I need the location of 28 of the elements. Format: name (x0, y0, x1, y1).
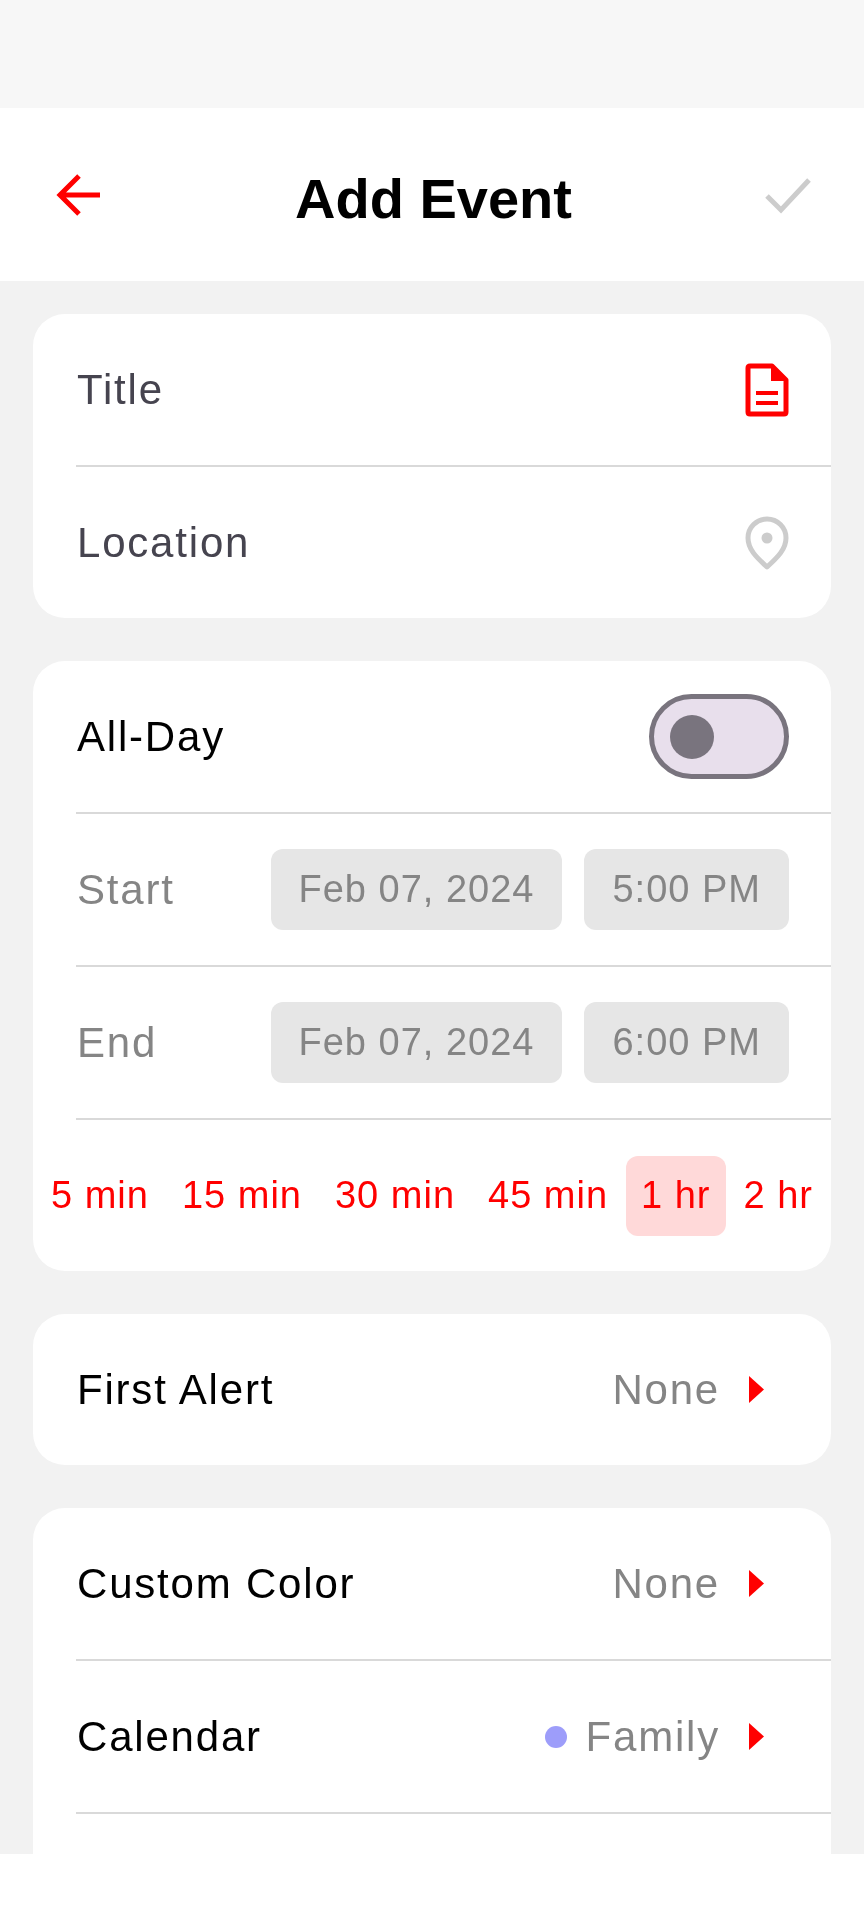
location-field[interactable]: Location (77, 512, 715, 573)
setting-value[interactable]: None (612, 1365, 720, 1414)
caret-right-icon[interactable] (749, 1570, 764, 1597)
setting-label: Calendar (77, 1712, 262, 1761)
duration-option[interactable]: 2 hr (728, 1155, 828, 1236)
duration-option[interactable]: 5 min (36, 1155, 164, 1236)
page-title: Add Event (295, 166, 572, 231)
map-pin-icon (745, 515, 789, 570)
setting-value[interactable]: Family (585, 1712, 720, 1761)
setting-label: First Alert (77, 1365, 275, 1414)
setting-label: Custom Color (77, 1559, 356, 1608)
toggle-label: All-Day (77, 712, 225, 761)
time-label: Start (77, 865, 175, 914)
date-button[interactable]: Feb 07, 2024 (270, 849, 563, 930)
arrow-left-icon (55, 172, 101, 217)
setting-value[interactable]: None (612, 1559, 720, 1608)
duration-option[interactable]: 15 min (166, 1155, 317, 1236)
title-field[interactable]: Title (77, 359, 715, 420)
duration-option[interactable]: 45 min (473, 1155, 624, 1236)
time-button[interactable]: 5:00 PM (584, 849, 789, 930)
duration-option[interactable]: 30 min (319, 1155, 470, 1236)
caret-right-icon[interactable] (749, 1376, 764, 1403)
time-label: End (77, 1018, 158, 1067)
time-button[interactable]: 6:00 PM (584, 1002, 789, 1083)
caret-right-icon[interactable] (749, 1723, 764, 1750)
document-icon (745, 362, 789, 417)
duration-option[interactable]: 1 hr (626, 1155, 726, 1236)
date-button[interactable]: Feb 07, 2024 (270, 1002, 563, 1083)
